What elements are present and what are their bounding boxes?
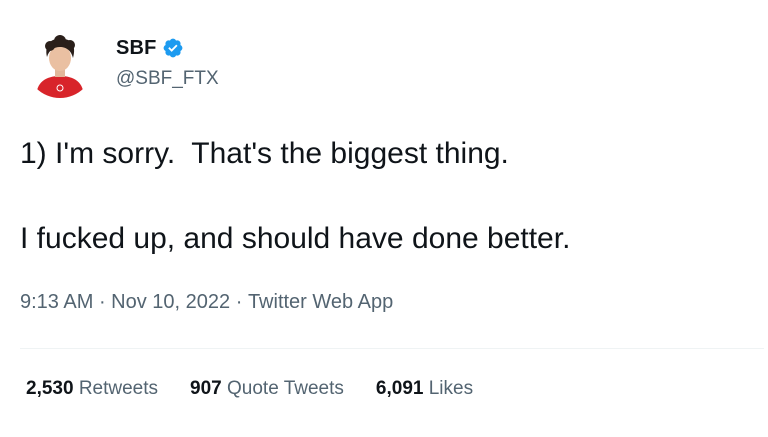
verified-badge-icon [162,37,184,59]
tweet-source[interactable]: Twitter Web App [248,291,393,314]
tweet-card: SBF @SBF_FTX 1) I'm sorry. That's the bi… [0,0,768,437]
tweet-time[interactable]: 9:13 AM [20,291,93,314]
tweet-text-line-1: 1) I'm sorry. That's the biggest thing. [20,137,509,170]
avatar-illustration [26,30,94,98]
likes-stat[interactable]: 6,091 Likes [376,378,473,400]
name-row: SBF [116,36,184,60]
retweets-count: 2,530 [26,378,74,399]
tweet-date[interactable]: Nov 10, 2022 [111,291,230,314]
quote-tweets-label: Quote Tweets [227,378,344,399]
meta-separator: · [93,291,112,313]
likes-label: Likes [428,378,474,399]
retweets-label: Retweets [78,378,159,399]
retweets-stat[interactable]: 2,530 Retweets [26,378,158,400]
likes-count: 6,091 [375,378,424,399]
tweet-author: SBF @SBF_FTX [26,30,426,98]
tweet-text-line-2: I fucked up, and should have done better… [20,222,571,255]
user-handle[interactable]: @SBF_FTX [116,68,219,90]
divider [20,348,764,349]
meta-separator: · [230,291,248,313]
quote-tweets-stat[interactable]: 907 Quote Tweets [190,378,344,400]
display-name[interactable]: SBF [116,37,157,60]
engagement-stats: 2,530 Retweets 907 Quote Tweets 6,091 Li… [26,378,505,400]
avatar[interactable] [26,30,94,98]
tweet-metadata: 9:13 AM · Nov 10, 2022 · Twitter Web App [20,291,393,314]
quote-tweets-count: 907 [190,378,222,399]
